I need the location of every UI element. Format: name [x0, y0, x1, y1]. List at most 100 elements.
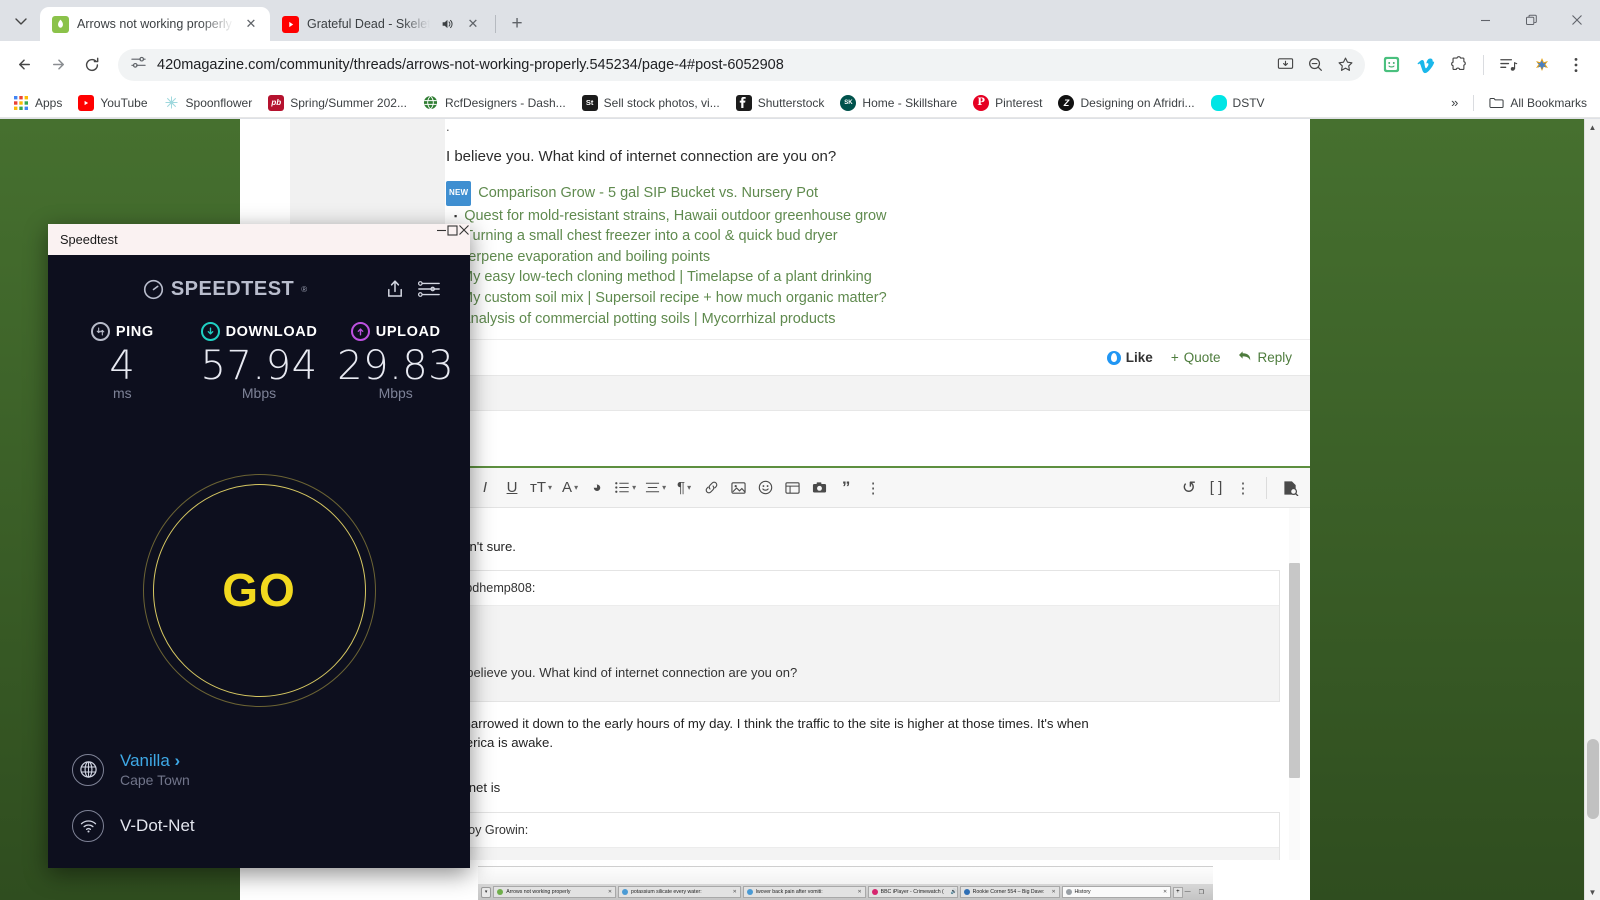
like-button[interactable]: Like: [1106, 350, 1153, 365]
bookmark-youtube[interactable]: YouTube: [71, 92, 154, 114]
settings-sliders-icon[interactable]: [412, 272, 446, 306]
inner-tab-selected[interactable]: History ✕: [1061, 886, 1172, 898]
bookmark-skillshare[interactable]: SK Home - Skillshare: [833, 92, 964, 114]
inner-tab[interactable]: potassium silicate every water: ✕: [618, 886, 741, 898]
bookmark-star-icon[interactable]: [1331, 51, 1359, 79]
close-icon[interactable]: ✕: [1159, 889, 1167, 895]
signature-item[interactable]: Terpene evaporation and boiling points: [446, 247, 1292, 268]
signature-link[interactable]: My custom soil mix | Supersoil recipe + …: [461, 288, 887, 309]
inner-tab[interactable]: BBC iPlayer - Crimewatch ( 🔊 ✕: [867, 886, 958, 898]
close-icon[interactable]: ✕: [242, 15, 260, 33]
tab-search-button[interactable]: [4, 4, 38, 38]
quote-button[interactable]: + Quote: [1171, 350, 1221, 365]
paragraph-button[interactable]: ¶ ▾: [672, 475, 696, 501]
signature-item[interactable]: ▪ Quest for mold-resistant strains, Hawa…: [446, 206, 1292, 227]
signature-link[interactable]: Comparison Grow - 5 gal SIP Bucket vs. N…: [478, 183, 818, 204]
inner-tab[interactable]: Arrows not working properly ✕: [493, 886, 617, 898]
reload-button[interactable]: [76, 49, 108, 81]
minimize-button[interactable]: —: [1185, 889, 1191, 895]
close-icon[interactable]: ✕: [853, 889, 861, 895]
signature-link[interactable]: Turning a small chest freezer into a coo…: [464, 226, 837, 247]
signature-link[interactable]: My easy low-tech cloning method | Timela…: [461, 267, 872, 288]
bookmark-designing-afridri[interactable]: Z Designing on Afridri...: [1051, 92, 1201, 114]
install-icon[interactable]: [1271, 51, 1299, 79]
undo-button[interactable]: ↺: [1177, 475, 1201, 501]
close-icon[interactable]: ✕: [604, 889, 612, 895]
bookmarks-overflow-button[interactable]: »: [1443, 92, 1466, 113]
editor-scrollbar-thumb[interactable]: [1289, 563, 1300, 778]
puzzle-icon[interactable]: [1443, 49, 1475, 81]
bullet-list-button[interactable]: ▾: [612, 475, 639, 501]
code-button[interactable]: [ ]: [1204, 475, 1228, 501]
link-button[interactable]: [699, 475, 723, 501]
more-options-button[interactable]: ⋮: [861, 475, 885, 501]
minimize-button[interactable]: [436, 224, 447, 255]
tune-icon[interactable]: [130, 54, 147, 76]
inner-new-tab-button[interactable]: +: [1173, 886, 1183, 898]
signature-item[interactable]: My custom soil mix | Supersoil recipe + …: [446, 288, 1292, 309]
address-bar[interactable]: 420magazine.com/community/threads/arrows…: [118, 48, 1365, 81]
vimeo-icon[interactable]: [1409, 49, 1441, 81]
go-button[interactable]: GO: [152, 483, 366, 697]
page-scrollbar-thumb[interactable]: [1587, 739, 1599, 819]
speedtest-titlebar[interactable]: Speedtest: [48, 224, 470, 255]
back-button[interactable]: [8, 49, 40, 81]
profile-avatar-icon[interactable]: [1526, 49, 1558, 81]
scroll-down-icon[interactable]: ▼: [1585, 884, 1600, 900]
signature-link[interactable]: Analysis of commercial potting soils | M…: [461, 309, 835, 330]
server-row[interactable]: Vanilla › Cape Town: [72, 751, 446, 788]
inner-tab[interactable]: lwover back pain after vomiti: ✕: [742, 886, 866, 898]
browser-tab-inactive[interactable]: Grateful Dead - Skeletons F ✕: [270, 7, 492, 41]
bookmark-spring-summer[interactable]: pb Spring/Summer 202...: [261, 92, 414, 114]
tab-audio-icon[interactable]: 🔊: [947, 889, 957, 895]
align-button[interactable]: ▾: [642, 475, 669, 501]
maximize-button[interactable]: [1508, 0, 1554, 40]
chrome-menu-icon[interactable]: [1560, 49, 1592, 81]
signature-link[interactable]: Terpene evaporation and boiling points: [461, 247, 710, 268]
bookmark-sell-stock-photos[interactable]: St Sell stock photos, vi...: [575, 92, 727, 114]
close-icon[interactable]: ✕: [464, 15, 482, 33]
bookmark-pinterest[interactable]: P Pinterest: [966, 92, 1049, 114]
sticky-note-icon[interactable]: [1375, 49, 1407, 81]
close-icon[interactable]: ✕: [1047, 889, 1055, 895]
inner-tab[interactable]: Rookie Corner 554 – Big Dave: ✕: [959, 886, 1060, 898]
preview-button[interactable]: [1278, 475, 1302, 501]
text-color-button[interactable]: A ▾: [558, 475, 582, 501]
new-tab-button[interactable]: +: [503, 10, 531, 38]
close-window-button[interactable]: [1554, 0, 1600, 40]
signature-item[interactable]: My easy low-tech cloning method | Timela…: [446, 267, 1292, 288]
quote-button[interactable]: ”: [834, 475, 858, 501]
reply-button[interactable]: Reply: [1238, 350, 1292, 365]
scroll-up-icon[interactable]: ▲: [1585, 119, 1600, 135]
bookmark-dstv[interactable]: DSTV: [1204, 92, 1272, 114]
connection-row[interactable]: V-Dot-Net: [72, 810, 446, 842]
bookmark-rcfdesigners[interactable]: RcfDesigners - Dash...: [416, 92, 573, 114]
overflow-button[interactable]: ⋮: [1231, 475, 1255, 501]
restore-button[interactable]: ❐: [1199, 889, 1204, 896]
inner-tab-menu-button[interactable]: ▾: [481, 886, 492, 898]
all-bookmarks-button[interactable]: All Bookmarks: [1481, 92, 1594, 114]
editor-scrollbar[interactable]: [1289, 508, 1300, 860]
highlight-button[interactable]: ◕: [585, 475, 609, 501]
bookmark-shutterstock[interactable]: Shutterstock: [729, 92, 832, 114]
tab-audio-icon[interactable]: [438, 15, 456, 33]
media-button[interactable]: [780, 475, 804, 501]
font-size-button[interactable]: ᴛT ▾: [527, 475, 555, 501]
signature-item[interactable]: NEW Comparison Grow - 5 gal SIP Bucket v…: [446, 181, 1292, 206]
emoji-button[interactable]: [753, 475, 777, 501]
close-button[interactable]: [458, 224, 470, 255]
image-button[interactable]: [726, 475, 750, 501]
signature-item[interactable]: Analysis of commercial potting soils | M…: [446, 309, 1292, 330]
signature-link[interactable]: Quest for mold-resistant strains, Hawaii…: [464, 206, 886, 227]
close-icon[interactable]: ✕: [729, 889, 737, 895]
reading-list-icon[interactable]: [1492, 49, 1524, 81]
browser-tab-active[interactable]: Arrows not working properly | P ✕: [40, 7, 270, 41]
server-name[interactable]: Vanilla ›: [120, 751, 180, 770]
bookmark-apps[interactable]: Apps: [6, 92, 69, 114]
italic-button[interactable]: I: [473, 475, 497, 501]
minimize-button[interactable]: [1462, 0, 1508, 40]
zoom-out-icon[interactable]: [1301, 51, 1329, 79]
bookmark-spoonflower[interactable]: Spoonflower: [157, 92, 260, 114]
camera-button[interactable]: [807, 475, 831, 501]
page-scrollbar[interactable]: ▲ ▼: [1584, 119, 1600, 900]
